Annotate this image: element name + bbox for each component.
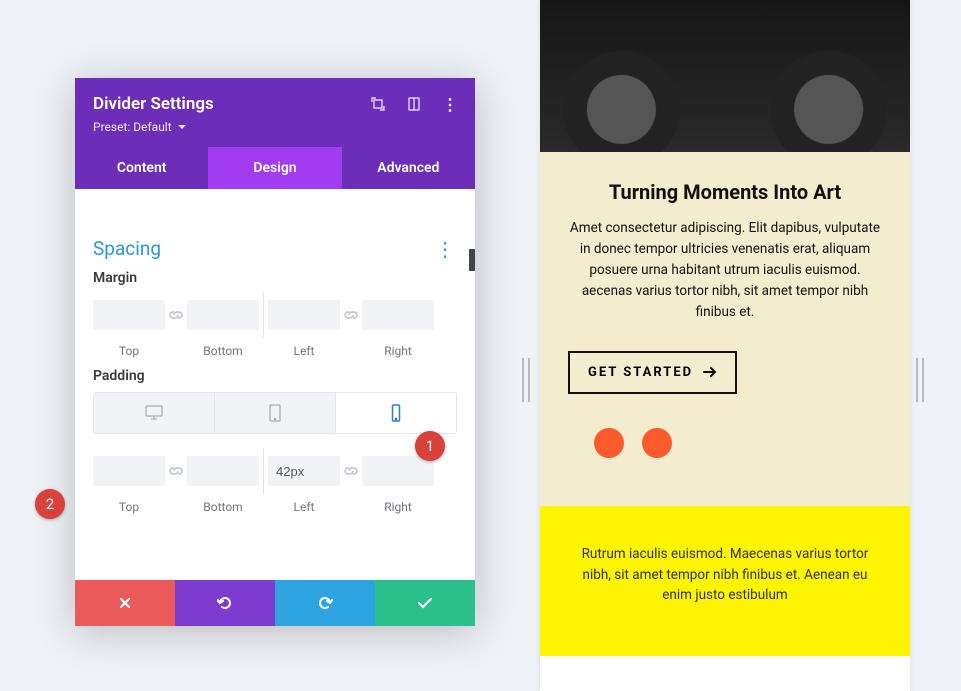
dot: [594, 428, 624, 458]
preview-footer: Rutrum iaculis euismod. Maecenas varius …: [540, 506, 910, 657]
expand-icon[interactable]: [371, 97, 385, 111]
panel-body: Spacing ⋮ Margin Top: [75, 189, 475, 580]
annotation-badge-1: 1: [415, 431, 445, 461]
annotation-badge-2: 2: [35, 489, 65, 519]
margin-bottom-input[interactable]: [187, 300, 259, 330]
cta-button[interactable]: GET STARTED: [568, 351, 737, 394]
preview-pane: Turning Moments Into Art Amet consectetu…: [540, 0, 910, 691]
tab-advanced[interactable]: Advanced: [342, 147, 475, 189]
padding-right-input[interactable]: [362, 456, 434, 486]
preview-body: Amet consectetur adipiscing. Elit dapibu…: [568, 218, 882, 323]
panel-title: Divider Settings: [93, 94, 214, 114]
label-left: Left: [268, 500, 340, 514]
divider: [263, 448, 264, 494]
save-button[interactable]: [375, 580, 475, 626]
footer-actions: [75, 580, 475, 626]
tab-design[interactable]: Design: [208, 147, 341, 189]
preview-image: [540, 0, 910, 152]
scrollbar-thumb[interactable]: [469, 249, 475, 271]
panel-header: Divider Settings ⋮ Preset: Default: [75, 78, 475, 147]
more-icon[interactable]: ⋮: [443, 97, 457, 111]
margin-inputs: [93, 292, 457, 338]
margin-label: Margin: [93, 270, 457, 286]
padding-inputs: [93, 448, 457, 494]
device-phone[interactable]: [336, 393, 456, 433]
margin-top-input[interactable]: [93, 300, 165, 330]
section-spacing-title: Spacing: [93, 237, 161, 260]
label-top: Top: [93, 500, 165, 514]
margin-left-input[interactable]: [268, 300, 340, 330]
section-spacing-menu-icon[interactable]: ⋮: [433, 239, 457, 259]
padding-left-input[interactable]: [268, 456, 340, 486]
preset-label: Preset: Default: [93, 120, 172, 134]
resize-handle-left[interactable]: [522, 358, 536, 402]
link-icon[interactable]: [340, 456, 362, 486]
tab-content[interactable]: Content: [75, 147, 208, 189]
redo-button[interactable]: [275, 580, 375, 626]
label-bottom: Bottom: [187, 500, 259, 514]
preview-main: Turning Moments Into Art Amet consectetu…: [540, 152, 910, 506]
link-icon[interactable]: [165, 456, 187, 486]
dot: [642, 428, 672, 458]
label-right: Right: [362, 344, 434, 358]
cancel-button[interactable]: [75, 580, 175, 626]
device-tablet[interactable]: [215, 393, 336, 433]
padding-top-input[interactable]: [93, 456, 165, 486]
tabs: Content Design Advanced: [75, 147, 475, 189]
resize-handle-right[interactable]: [916, 358, 930, 402]
column-icon[interactable]: [407, 97, 421, 111]
label-right: Right: [362, 500, 434, 514]
preview-heading: Turning Moments Into Art: [568, 180, 882, 204]
link-icon[interactable]: [165, 300, 187, 330]
link-icon[interactable]: [340, 300, 362, 330]
label-top: Top: [93, 344, 165, 358]
padding-label: Padding: [93, 368, 457, 384]
divider: [263, 292, 264, 338]
margin-right-input[interactable]: [362, 300, 434, 330]
undo-button[interactable]: [175, 580, 275, 626]
cta-label: GET STARTED: [588, 365, 693, 380]
label-left: Left: [268, 344, 340, 358]
padding-bottom-input[interactable]: [187, 456, 259, 486]
settings-panel: Divider Settings ⋮ Preset: Default Conte…: [75, 78, 475, 626]
label-bottom: Bottom: [187, 344, 259, 358]
preset-dropdown[interactable]: Preset: Default: [93, 120, 186, 134]
dots: [568, 428, 882, 458]
device-selector: [93, 392, 457, 434]
device-desktop[interactable]: [94, 393, 215, 433]
